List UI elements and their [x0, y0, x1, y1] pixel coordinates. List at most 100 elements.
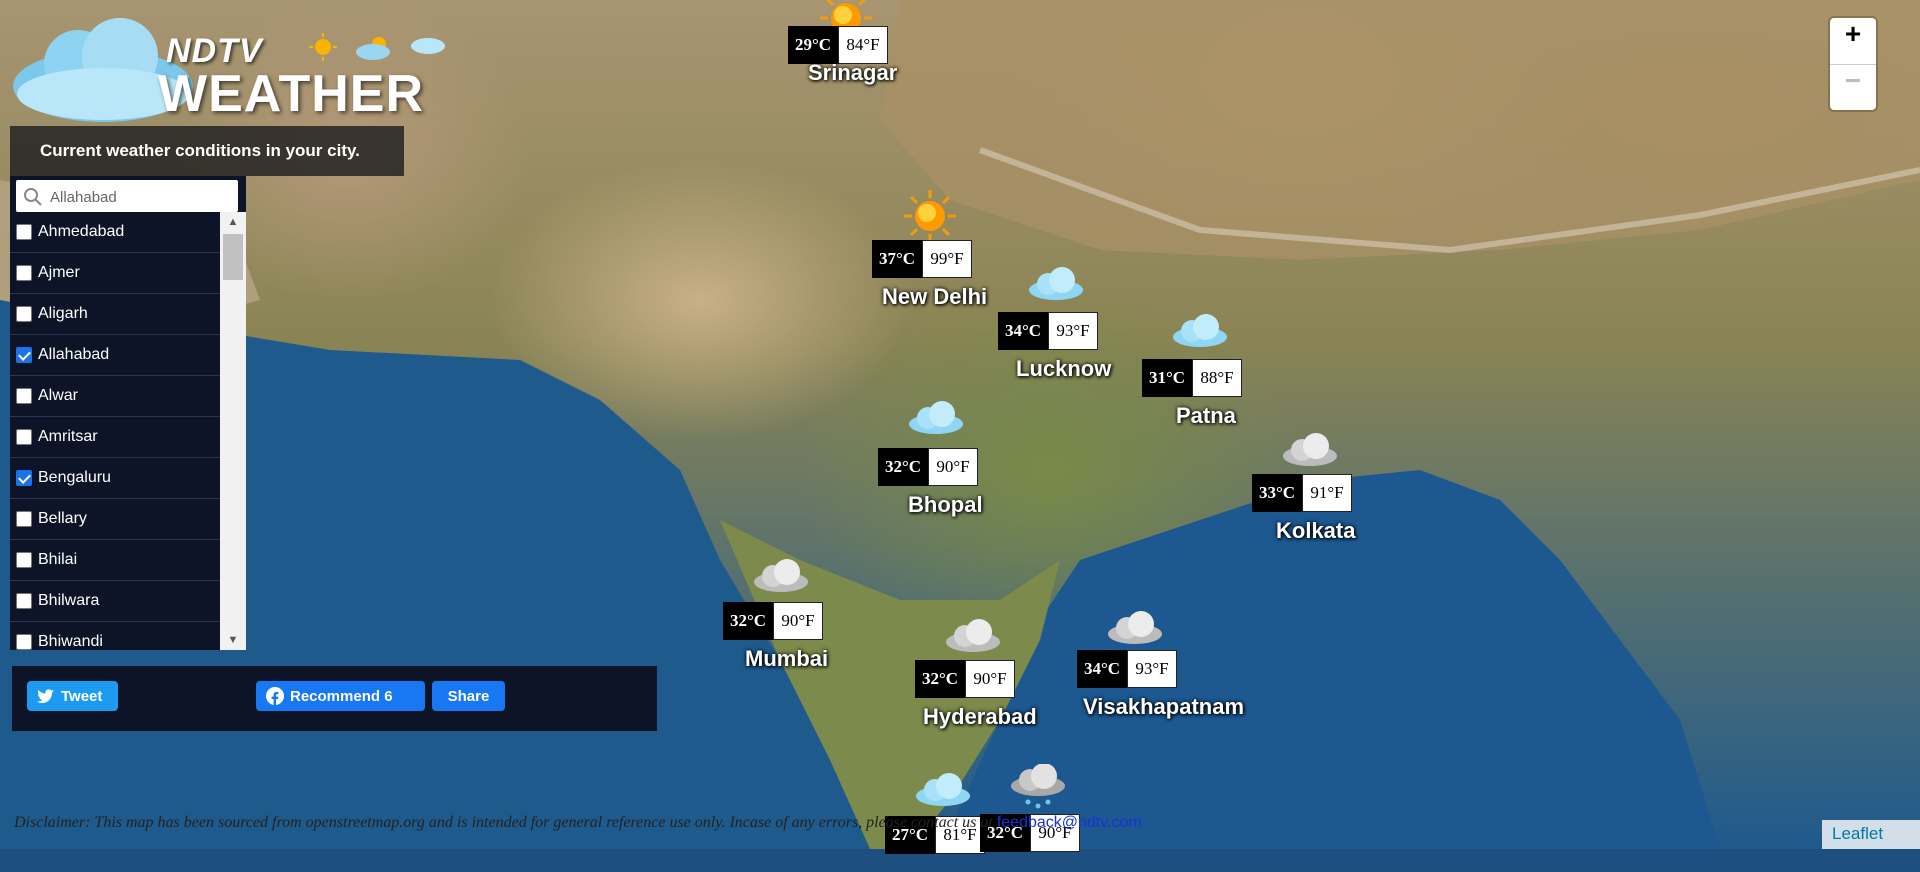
disclaimer: Disclaimer: This map has been sourced fr…	[14, 814, 1142, 832]
city-list-scrollbar[interactable]: ▲ ▼	[220, 212, 246, 650]
zoom-out-button[interactable]: −	[1830, 64, 1876, 111]
city-label: Lucknow	[1016, 356, 1112, 381]
city-label: Patna	[1176, 403, 1236, 428]
logo-title: WEATHER	[158, 65, 425, 123]
rain-cloud-icon	[1008, 763, 1068, 819]
city-name: Ajmer	[38, 264, 80, 281]
city-list-item[interactable]: Bengaluru	[10, 458, 220, 499]
weather-marker[interactable]: 33°C 91°F Kolkata	[1252, 432, 1432, 543]
ndtv-weather-logo[interactable]: NDTV WEATHER	[8, 10, 458, 123]
city-search-field[interactable]	[16, 180, 238, 212]
logo-sun-icon	[309, 33, 337, 61]
city-list-item[interactable]: Ahmedabad	[10, 212, 220, 253]
temp-celsius: 29°C	[788, 26, 838, 64]
logo-cloud-small-icon	[411, 38, 445, 54]
city-label: Srinagar	[808, 60, 898, 85]
city-label: Mumbai	[745, 646, 829, 671]
tagline: Current weather conditions in your city.	[10, 126, 404, 176]
weather-marker[interactable]: 31°C 88°F Patna	[1142, 313, 1322, 428]
leaflet-attribution-link[interactable]: Leaflet	[1822, 820, 1920, 849]
facebook-icon	[266, 687, 284, 705]
city-list-item[interactable]: Alwar	[10, 376, 220, 417]
city-name: Alwar	[38, 387, 79, 404]
weather-marker[interactable]: 32°C 90°F Hyderabad	[915, 618, 1095, 729]
city-name: Amritsar	[38, 428, 98, 445]
temp-celsius: 32°C	[915, 660, 965, 698]
grey-cloud-icon	[943, 618, 1003, 659]
city-checkbox[interactable]	[16, 634, 32, 650]
cloud-icon	[913, 772, 973, 813]
city-checkbox[interactable]	[16, 470, 32, 486]
temp-celsius: 32°C	[878, 448, 928, 486]
temp-fahrenheit: 90°F	[928, 448, 978, 486]
city-checkbox[interactable]	[16, 388, 32, 404]
weather-marker[interactable]: 29°C 84°F Srinagar	[788, 0, 968, 90]
city-list-item[interactable]: Amritsar	[10, 417, 220, 458]
city-search-input[interactable]	[48, 184, 232, 210]
temperature-badge: 31°C 88°F	[1142, 359, 1242, 397]
city-label: New Delhi	[882, 284, 988, 309]
city-checkbox[interactable]	[16, 347, 32, 363]
facebook-share-button[interactable]: Share	[432, 681, 505, 711]
city-label: Bhopal	[908, 492, 983, 517]
city-checkbox[interactable]	[16, 552, 32, 568]
city-list-panel: Ahmedabad Ajmer Aligarh Allahabad Alwar Amrit…	[10, 176, 246, 650]
zoom-control: + −	[1830, 18, 1876, 110]
city-name: Ahmedabad	[38, 223, 125, 240]
temp-celsius: 34°C	[1077, 650, 1127, 688]
scroll-up-arrow-icon[interactable]: ▲	[220, 212, 246, 232]
scroll-down-arrow-icon[interactable]: ▼	[220, 630, 246, 650]
temperature-badge: 32°C 90°F	[723, 602, 823, 640]
city-list-item[interactable]: Allahabad	[10, 335, 220, 376]
zoom-in-button[interactable]: +	[1830, 18, 1876, 64]
city-name: Bellary	[38, 510, 87, 527]
temp-fahrenheit: 99°F	[922, 240, 972, 278]
city-list-item[interactable]: Bhilwara	[10, 581, 220, 622]
city-name: Bhiwandi	[38, 633, 103, 650]
cloud-icon	[1026, 266, 1086, 307]
search-icon	[24, 188, 42, 206]
city-name: Bengaluru	[38, 469, 111, 486]
tweet-label: Tweet	[61, 687, 103, 705]
cloud-icon	[906, 400, 966, 441]
temp-fahrenheit: 93°F	[1048, 312, 1098, 350]
temperature-badge: 37°C 99°F	[872, 240, 972, 278]
city-checkbox[interactable]	[16, 511, 32, 527]
city-checkbox[interactable]	[16, 265, 32, 281]
city-checkbox[interactable]	[16, 306, 32, 322]
temperature-badge: 33°C 91°F	[1252, 474, 1352, 512]
temp-celsius: 31°C	[1142, 359, 1192, 397]
city-checkbox[interactable]	[16, 224, 32, 240]
city-checkbox[interactable]	[16, 593, 32, 609]
city-list-item[interactable]: Bhiwandi	[10, 622, 220, 650]
temp-celsius: 33°C	[1252, 474, 1302, 512]
city-list-item[interactable]: Bhilai	[10, 540, 220, 581]
temperature-badge: 32°C 90°F	[878, 448, 978, 486]
temp-fahrenheit: 91°F	[1302, 474, 1352, 512]
weather-marker[interactable]: 34°C 93°F Visakhapatnam	[1077, 610, 1257, 719]
share-label: Share	[447, 687, 490, 705]
temp-celsius: 37°C	[872, 240, 922, 278]
city-list-item[interactable]: Ajmer	[10, 253, 220, 294]
temp-fahrenheit: 84°F	[838, 26, 888, 64]
weather-marker[interactable]: 32°C 90°F Bhopal	[878, 400, 1058, 517]
disclaimer-text: Disclaimer: This map has been sourced fr…	[14, 814, 993, 831]
tweet-button[interactable]: Tweet	[27, 681, 118, 711]
city-name: Bhilai	[38, 551, 78, 568]
city-list-item[interactable]: Aligarh	[10, 294, 220, 335]
facebook-recommend-button[interactable]: Recommend 6	[256, 681, 425, 711]
temperature-badge: 32°C 90°F	[915, 660, 1015, 698]
city-name: Aligarh	[38, 305, 88, 322]
logo-cloud-sun-icon	[356, 37, 390, 60]
scroll-thumb[interactable]	[223, 234, 243, 280]
feedback-email-link[interactable]: feedback@ndtv.com	[997, 814, 1142, 831]
recommend-label: Recommend 6	[290, 687, 393, 705]
share-bar: Tweet Recommend 6 Share	[12, 666, 657, 731]
city-list[interactable]: Ahmedabad Ajmer Aligarh Allahabad Alwar Amrit…	[10, 212, 220, 650]
city-list-item[interactable]: Bellary	[10, 499, 220, 540]
grey-cloud-icon	[751, 558, 811, 599]
temperature-badge: 34°C 93°F	[998, 312, 1098, 350]
weather-marker[interactable]: 32°C 90°F Mumbai	[723, 558, 903, 671]
city-checkbox[interactable]	[16, 429, 32, 445]
temperature-badge: 34°C 93°F	[1077, 650, 1177, 688]
